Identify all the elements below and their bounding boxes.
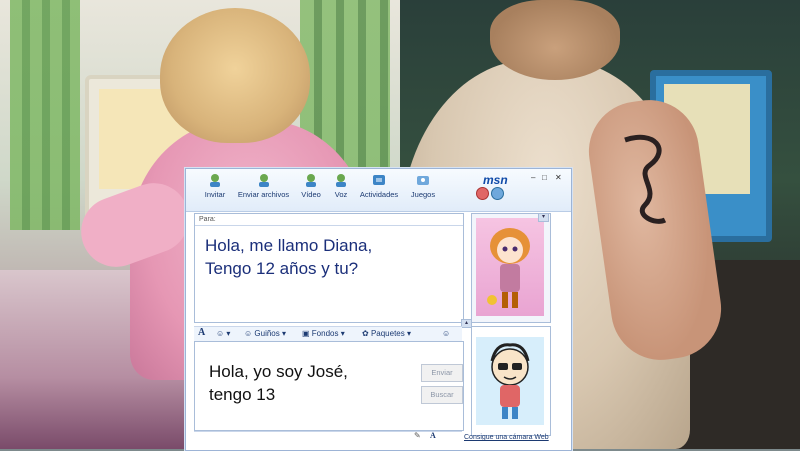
video-label: Vídeo (301, 190, 321, 199)
winks-label: Guiños (254, 329, 280, 338)
send-files-tool[interactable]: Enviar archivos (236, 173, 291, 209)
send-files-icon (258, 174, 269, 187)
search-button[interactable]: Buscar (421, 386, 463, 404)
text-mode-icon[interactable]: A (430, 431, 436, 440)
video-tool[interactable]: Vídeo (298, 173, 324, 209)
my-avatar-frame (471, 326, 551, 436)
girl-blonde-hair (160, 8, 310, 143)
green-curtain-left (10, 0, 80, 230)
format-toolbar: A ☺ ▾ ☺ Guiños ▾ ▣ Fondos ▾ ✿ Paquetes ▾… (194, 326, 462, 342)
invite-icon (210, 174, 220, 187)
msn-logo: msn (483, 173, 508, 187)
send-button[interactable]: Enviar (421, 364, 463, 382)
nudge-icon[interactable]: ☺ (442, 329, 450, 338)
received-message: Hola, me llamo Diana, Tengo 12 años y tu… (205, 234, 460, 280)
my-avatar (476, 337, 544, 425)
emoticon-icon[interactable]: ☺ ▾ (216, 329, 230, 338)
block-icon[interactable] (476, 187, 489, 200)
man-head (490, 0, 620, 80)
winks-menu[interactable]: ☺ Guiños ▾ (244, 329, 286, 338)
get-webcam-link[interactable]: Consigue una cámara Web (464, 434, 549, 441)
compose-text[interactable]: Hola, yo soy José, tengo 13 (209, 360, 389, 406)
backgrounds-menu[interactable]: ▣ Fondos ▾ (302, 329, 345, 338)
packs-label: Paquetes (370, 329, 405, 338)
activities-icon (373, 175, 385, 185)
font-icon[interactable]: A (198, 327, 205, 338)
received-line-1: Hola, me llamo Diana, (205, 236, 373, 255)
contact-avatar-frame: ▾ (471, 213, 551, 323)
activities-tool[interactable]: Actividades (356, 173, 402, 209)
games-icon (417, 176, 429, 185)
activities-label: Actividades (359, 190, 399, 199)
minimize-icon[interactable]: – (531, 173, 535, 182)
invite-label: Invitar (204, 190, 226, 199)
compose-bottom-bar (194, 431, 462, 441)
maximize-icon[interactable]: □ (542, 173, 547, 182)
games-label: Juegos (410, 190, 436, 199)
voice-label: Voz (334, 190, 348, 199)
handwriting-icon[interactable]: ✎ (414, 431, 421, 440)
contact-avatar (476, 218, 544, 316)
voice-icon (336, 174, 346, 187)
to-label: Para: (199, 216, 216, 223)
backgrounds-label: Fondos (311, 329, 339, 338)
send-files-label: Enviar archivos (237, 190, 290, 199)
tattoo (624, 134, 667, 224)
compose-line-2: tengo 13 (209, 385, 276, 404)
compose-area[interactable]: Hola, yo soy José, tengo 13 Enviar Busca… (194, 341, 464, 431)
voice-tool[interactable]: Voz (330, 173, 352, 209)
music-icon[interactable] (491, 187, 504, 200)
received-line-2: Tengo 12 años y tu? (205, 259, 359, 278)
msn-messenger-window: Invitar Enviar archivos Vídeo Voz Activi… (185, 168, 572, 451)
video-icon (306, 174, 316, 187)
avatar-options-icon[interactable]: ▾ (538, 213, 549, 222)
packs-menu[interactable]: ✿ Paquetes ▾ (362, 329, 411, 338)
invite-tool[interactable]: Invitar (200, 173, 230, 209)
games-tool[interactable]: Juegos (408, 173, 438, 209)
toolbar: Invitar Enviar archivos Vídeo Voz Activi… (186, 169, 571, 212)
compose-line-1: Hola, yo soy José, (209, 362, 348, 381)
cartoon-boy-icon (490, 343, 530, 419)
to-divider (195, 225, 463, 226)
anime-girl-icon (487, 228, 530, 308)
conversation-history: Para: Hola, me llamo Diana, Tengo 12 año… (194, 213, 464, 323)
close-icon[interactable]: ✕ (555, 173, 562, 182)
